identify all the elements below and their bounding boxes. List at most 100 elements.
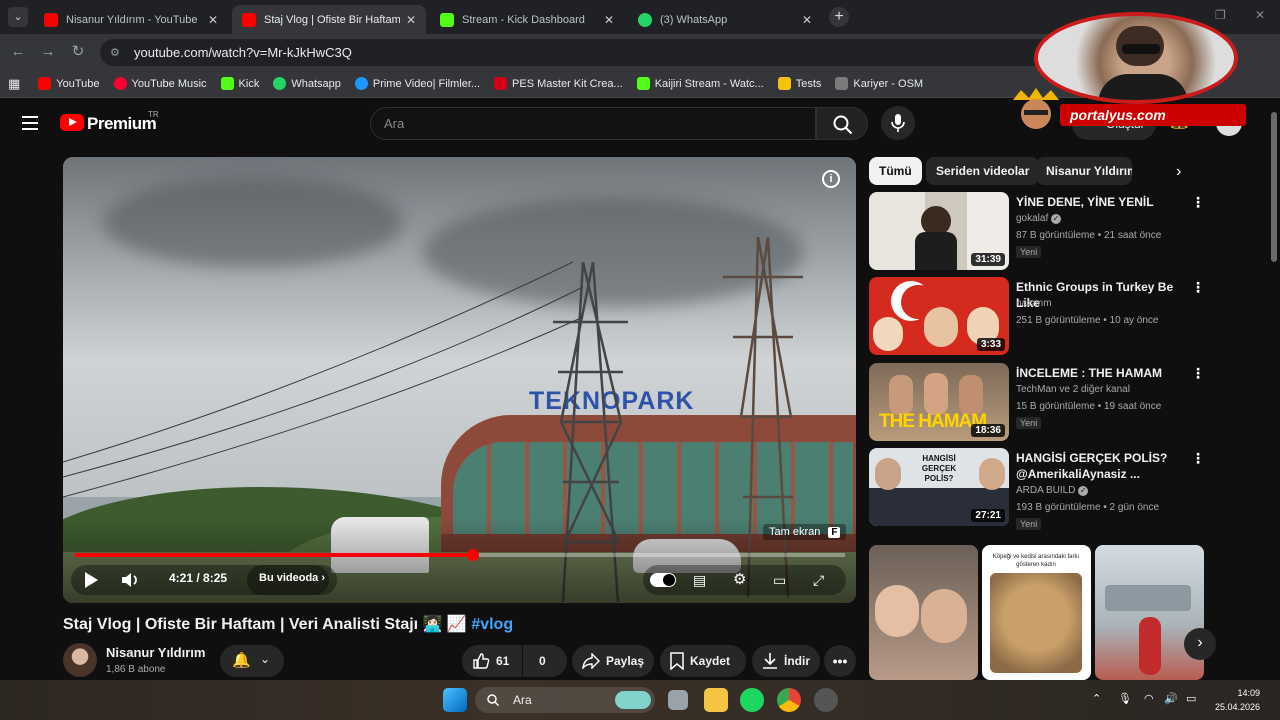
tab-search-button[interactable]: ⌄ <box>8 7 28 27</box>
speaker-icon[interactable]: 🔊 <box>1164 692 1178 705</box>
info-icon[interactable]: i <box>822 170 840 188</box>
task-view-icon[interactable] <box>668 690 688 710</box>
close-icon[interactable]: ✕ <box>604 13 614 27</box>
bookmark-pes-master[interactable]: PES Master Kit Crea... <box>494 77 623 90</box>
like-button[interactable]: 61 <box>462 645 522 677</box>
chip-channel[interactable]: Nisanur Yıldırım adl <box>1036 157 1132 185</box>
restore-window-button[interactable]: ❐ <box>1215 8 1226 22</box>
short-thumbnail[interactable]: Köpeği ve kedisi arasındaki farkı göster… <box>982 545 1091 680</box>
tab-staj-vlog[interactable]: Staj Vlog | Ofiste Bir Haftam | Ve ✕ <box>232 5 426 34</box>
theater-mode-icon[interactable]: ▭ <box>773 569 786 591</box>
chevron-up-icon[interactable]: ⌃ <box>1092 692 1101 705</box>
search-input[interactable]: Ara <box>370 107 816 140</box>
subtitles-icon[interactable]: ▤ <box>693 569 706 591</box>
windows-start-icon[interactable] <box>443 688 467 712</box>
recommendation-channel[interactable]: TechMan ve 2 diğer kanal <box>1016 384 1130 395</box>
short-thumbnail[interactable] <box>869 545 978 680</box>
bookmark-kaijiri[interactable]: Kaijiri Stream - Watc... <box>636 77 764 90</box>
settings-icon[interactable]: ⚙ <box>733 569 746 591</box>
share-button[interactable]: Paylaş <box>572 645 654 677</box>
video-title-text: Staj Vlog | Ofiste Bir Haftam | Veri Ana… <box>63 616 467 633</box>
dislike-button[interactable]: 0 <box>523 645 567 677</box>
taskbar-clock[interactable]: 14:09 25.04.2026 <box>1200 686 1260 714</box>
autoplay-toggle[interactable] <box>650 573 676 587</box>
battery-icon[interactable]: ▭ <box>1186 692 1196 705</box>
shorts-next-button[interactable]: › <box>1184 628 1216 660</box>
subscription-notifications-button[interactable]: 🔔 ⌄ <box>220 645 284 677</box>
close-window-button[interactable]: ✕ <box>1255 8 1265 22</box>
chapter-button[interactable]: Bu videoda › <box>259 572 325 584</box>
bookmark-whatsapp[interactable]: Whatsapp <box>273 77 341 90</box>
apps-icon[interactable]: ▦ <box>8 76 20 92</box>
more-actions-button[interactable]: ••• <box>824 645 856 677</box>
recommendation-item[interactable]: HANGİSİ GERÇEK POLİS? 27:21 HANGİSİ GERÇ… <box>869 448 1209 530</box>
file-explorer-icon[interactable] <box>704 688 728 712</box>
url-bar[interactable]: ⚙ youtube.com/watch?v=Mr-kJkHwC3Q <box>100 39 1060 66</box>
channel-avatar[interactable] <box>63 643 97 677</box>
short-thumbnail[interactable] <box>1095 545 1204 680</box>
verified-icon: ✓ <box>1078 486 1089 496</box>
search-button[interactable] <box>816 107 868 140</box>
fullscreen-icon[interactable]: ⤢ <box>813 569 824 591</box>
recommendation-item[interactable]: 31:39 YİNE DENE, YİNE YENİL gokalaf ✓ 87… <box>869 192 1209 270</box>
video-thumbnail[interactable]: 3:33 <box>869 277 1009 355</box>
spotify-icon[interactable] <box>740 688 764 712</box>
channel-name[interactable]: Nisanur Yıldırım <box>106 645 205 660</box>
scrollbar-thumb[interactable] <box>1271 112 1277 262</box>
recommendation-title[interactable]: İNCELEME : THE HAMAM <box>1016 365 1186 381</box>
bookmark-youtube[interactable]: YouTube <box>38 77 100 90</box>
youtube-icon <box>242 12 256 27</box>
save-button[interactable]: Kaydet <box>660 645 746 677</box>
play-icon[interactable] <box>83 571 99 589</box>
bookmark-prime-video[interactable]: Prime Video| Filmler... <box>354 77 480 90</box>
app-icon[interactable] <box>814 688 838 712</box>
bookmark-kick[interactable]: Kick <box>220 77 259 90</box>
recommendation-channel[interactable]: gokalaf ✓ <box>1016 213 1062 224</box>
recommendation-title[interactable]: HANGİSİ GERÇEK POLİS? @AmerikaliAynasiz … <box>1016 450 1188 482</box>
chip-all[interactable]: Tümü <box>869 157 922 185</box>
tab-nisanur-youtube[interactable]: Nisanur Yıldırım - YouTube ✕ <box>34 5 228 34</box>
kick-icon <box>440 12 454 27</box>
more-vertical-icon[interactable]: ⋮ <box>1191 365 1205 382</box>
video-thumbnail[interactable]: HANGİSİ GERÇEK POLİS? 27:21 <box>869 448 1009 526</box>
tab-whatsapp[interactable]: (3) WhatsApp ✕ <box>628 5 822 34</box>
video-thumbnail[interactable]: 31:39 <box>869 192 1009 270</box>
reload-button[interactable]: ↻ <box>68 42 88 62</box>
more-vertical-icon[interactable]: ⋮ <box>1191 194 1205 211</box>
taskbar-search[interactable]: Ara <box>475 687 655 713</box>
video-player[interactable]: TEKNOPARK i Tam ekran F 4:21 / 8:25 Bu vi… <box>63 157 856 603</box>
menu-icon[interactable] <box>22 116 38 130</box>
recommendation-item[interactable]: 3:33 Ethnic Groups in Turkey Be Like naz… <box>869 277 1209 355</box>
tab-kick-dashboard[interactable]: Stream - Kick Dashboard ✕ <box>430 5 624 34</box>
back-button[interactable]: ← <box>8 42 28 62</box>
close-icon[interactable]: ✕ <box>208 13 218 27</box>
recommendation-title[interactable]: YİNE DENE, YİNE YENİL <box>1016 194 1186 210</box>
logo-text[interactable]: Premium <box>87 114 157 134</box>
bookmark-youtube-music[interactable]: YouTube Music <box>113 77 207 90</box>
microphone-icon[interactable]: 🎙 <box>1118 692 1132 705</box>
more-vertical-icon[interactable]: ⋮ <box>1191 450 1205 467</box>
bookmark-kariyer[interactable]: Kariyer - OSM <box>835 77 923 90</box>
youtube-logo-icon[interactable] <box>60 114 84 131</box>
volume-icon[interactable] <box>121 571 143 589</box>
forward-button[interactable]: → <box>38 42 58 62</box>
new-tab-button[interactable]: + <box>829 7 849 27</box>
close-icon[interactable]: ✕ <box>802 13 812 27</box>
share-icon <box>582 653 600 669</box>
more-vertical-icon[interactable]: ⋮ <box>1191 279 1205 296</box>
video-thumbnail[interactable]: THE HAMAM 18:36 <box>869 363 1009 441</box>
chevron-right-icon[interactable]: › <box>1176 163 1181 181</box>
recommendation-channel[interactable]: ARDA BUILD ✓ <box>1016 485 1089 496</box>
voice-search-button[interactable] <box>881 106 915 140</box>
site-info-icon[interactable]: ⚙ <box>110 46 124 60</box>
chrome-icon[interactable] <box>777 688 801 712</box>
chip-series-videos[interactable]: Seriden videolar <box>926 157 1040 185</box>
close-icon[interactable]: ✕ <box>406 13 416 27</box>
hashtag-link[interactable]: #vlog <box>471 616 513 633</box>
bookmark-tests[interactable]: Tests <box>777 77 821 90</box>
wifi-icon[interactable]: ◠ <box>1144 692 1154 705</box>
recommendation-item[interactable]: THE HAMAM 18:36 İNCELEME : THE HAMAM Tec… <box>869 363 1209 441</box>
recommendation-channel[interactable]: nazanm <box>1016 298 1052 309</box>
download-button[interactable]: İndir <box>752 645 820 677</box>
scrubber-handle[interactable] <box>467 549 479 561</box>
